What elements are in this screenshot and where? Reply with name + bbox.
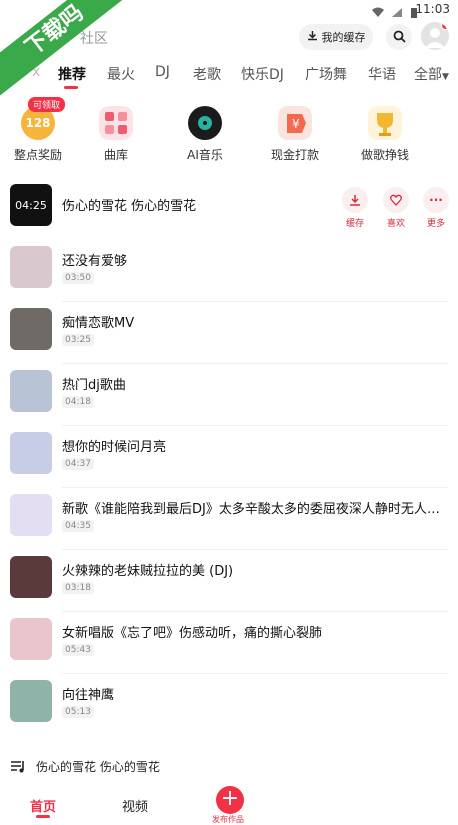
feature-label: 整点奖励: [13, 148, 62, 162]
song-title: 热门dj歌曲: [62, 378, 126, 393]
song-duration: 03:25: [62, 334, 94, 346]
tab-dj[interactable]: DJ: [155, 64, 170, 80]
song-title: 伤心的雪花 伤心的雪花: [62, 199, 197, 214]
song-duration: 03:18: [62, 582, 94, 594]
song-thumbnail: [10, 370, 52, 412]
song-title: 还没有爱够: [62, 254, 128, 269]
avatar[interactable]: [421, 22, 449, 50]
bottom-nav: 首页 视频 + 发布作品: [0, 786, 458, 824]
download-icon: [307, 30, 318, 44]
song-duration: 04:37: [62, 458, 94, 470]
song-thumbnail: 04:25: [10, 184, 52, 226]
song-title: 向往神鹰: [62, 688, 115, 703]
song-title: 痴情恋歌MV: [62, 316, 135, 331]
download-icon: [342, 187, 368, 213]
list-item[interactable]: 火辣辣的老妹贼拉拉的美 (DJ) 03:18: [0, 550, 458, 612]
coin-value: 128: [25, 116, 51, 130]
action-label: 喜欢: [386, 219, 405, 229]
nav-video[interactable]: 视频: [122, 796, 148, 815]
search-icon: [393, 28, 406, 47]
my-cache-button[interactable]: 我的缓存: [299, 24, 373, 50]
song-title: 女新唱版《忘了吧》伤感动听，痛的撕心裂肺: [62, 626, 323, 641]
notification-dot: [441, 22, 449, 30]
song-title: 想你的时候问月亮: [62, 440, 167, 455]
cache-song-button[interactable]: 缓存: [342, 187, 368, 229]
feature-shortcuts: 128 可领取 整点奖励 曲库 AI音乐 ¥ 现金打款 做歌挣钱: [0, 97, 458, 164]
community-tab[interactable]: 社区: [80, 28, 108, 48]
list-item[interactable]: 女新唱版《忘了吧》伤感动听，痛的撕心裂肺 05:43: [0, 612, 458, 674]
song-thumbnail: [10, 494, 52, 536]
song-thumbnail: [10, 618, 52, 660]
my-cache-label: 我的缓存: [321, 31, 366, 44]
category-tabs: x 推荐 最火 DJ 老歌 快乐DJ 广场舞 华语 全部▼: [0, 64, 458, 89]
list-item[interactable]: 痴情恋歌MV 03:25: [0, 302, 458, 364]
song-duration: 03:50: [62, 272, 94, 284]
feature-label: 现金打款: [270, 148, 319, 162]
signal-icon: [391, 3, 403, 17]
svg-text:¥: ¥: [292, 117, 300, 131]
more-button[interactable]: ··· 更多: [423, 187, 449, 229]
list-item[interactable]: 想你的时候问月亮 04:37: [0, 426, 458, 488]
now-playing-title: 伤心的雪花 伤心的雪花: [36, 760, 160, 774]
chevron-down-icon: ▼: [442, 72, 449, 82]
list-item[interactable]: 还没有爱够 03:50: [0, 240, 458, 302]
action-label: 更多: [426, 219, 445, 229]
wifi-icon: [372, 3, 384, 17]
song-title: 火辣辣的老妹贼拉拉的美 (DJ): [62, 564, 234, 579]
tab-old-songs[interactable]: 老歌: [193, 64, 221, 84]
tab-happy-dj[interactable]: 快乐DJ: [241, 64, 284, 84]
cash-icon: ¥: [278, 106, 312, 140]
feature-hourly-reward[interactable]: 128 可领取 整点奖励: [0, 97, 78, 163]
song-thumbnail: [10, 246, 52, 288]
playlist-icon[interactable]: [10, 759, 26, 778]
tab-chinese[interactable]: 华语: [368, 64, 396, 84]
feature-cash-payout[interactable]: ¥ 现金打款: [255, 100, 335, 163]
vinyl-icon: [188, 106, 222, 140]
song-title: 新歌《谁能陪我到最后DJ》太多辛酸太多的委屈夜深人静时无人倾诉: [62, 502, 450, 517]
action-label: 缓存: [345, 219, 364, 229]
feature-make-songs-earn[interactable]: 做歌挣钱: [345, 100, 425, 163]
library-icon: [99, 106, 133, 140]
more-dots-icon: ···: [423, 187, 449, 213]
song-thumbnail: [10, 680, 52, 722]
list-item[interactable]: 热门dj歌曲 04:18: [0, 364, 458, 426]
nav-home[interactable]: 首页: [30, 796, 56, 815]
thumbnail-duration: 04:25: [10, 184, 52, 226]
list-item[interactable]: 向往神鹰 05:13: [0, 674, 458, 736]
song-thumbnail: [10, 556, 52, 598]
list-item[interactable]: 04:25 伤心的雪花 伤心的雪花 缓存 喜欢 ··· 更多: [0, 178, 458, 240]
mini-player[interactable]: 伤心的雪花 伤心的雪花: [0, 752, 458, 780]
feature-label: 曲库: [103, 148, 128, 162]
song-thumbnail: [10, 308, 52, 350]
search-button[interactable]: [386, 24, 412, 50]
feature-ai-music[interactable]: AI音乐: [165, 100, 245, 163]
feature-library[interactable]: 曲库: [76, 100, 156, 163]
tab-all[interactable]: 全部▼: [414, 64, 449, 84]
song-duration: 05:13: [62, 706, 94, 718]
plus-icon: +: [220, 786, 240, 811]
like-song-button[interactable]: 喜欢: [383, 187, 409, 229]
list-item[interactable]: 新歌《谁能陪我到最后DJ》太多辛酸太多的委屈夜深人静时无人倾诉 04:35: [0, 488, 458, 550]
song-duration: 04:35: [62, 520, 94, 532]
clock: 11:03: [415, 2, 450, 16]
tab-square-dance[interactable]: 广场舞: [305, 64, 347, 84]
heart-icon: [383, 187, 409, 213]
trophy-icon: [368, 106, 402, 140]
active-tab-indicator: [64, 86, 78, 89]
tab-hottest[interactable]: 最火: [107, 64, 135, 84]
tab-recommend[interactable]: 推荐: [58, 64, 86, 84]
feature-label: 做歌挣钱: [360, 148, 409, 162]
tab-all-label: 全部: [414, 67, 442, 83]
song-duration: 04:18: [62, 396, 94, 408]
active-nav-indicator: [36, 815, 50, 818]
claimable-badge: 可领取: [28, 97, 66, 112]
feature-label: AI音乐: [187, 148, 223, 162]
song-duration: 05:43: [62, 644, 94, 656]
song-thumbnail: [10, 432, 52, 474]
publish-button[interactable]: +: [216, 786, 244, 814]
